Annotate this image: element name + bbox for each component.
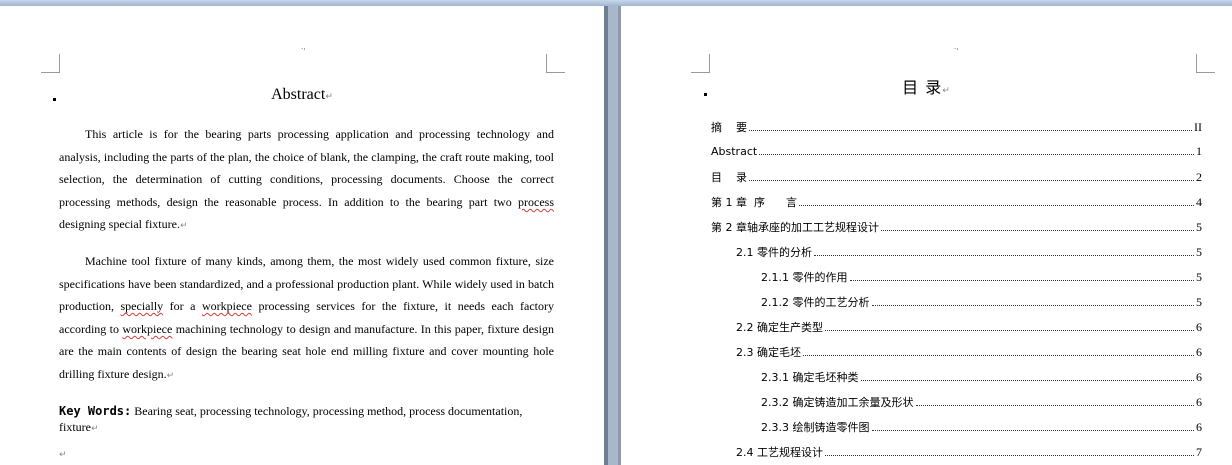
toc-entry-page: 6 xyxy=(1196,420,1202,434)
toc-entry-page: 5 xyxy=(1196,270,1202,284)
toc-dot-leader xyxy=(881,230,1194,231)
toc-entry-page: 2 xyxy=(1196,170,1202,184)
abstract-paragraph-1[interactable]: This article is for the bearing parts pr… xyxy=(59,123,554,238)
toc-entry-label: 2.2 确定生产类型 xyxy=(736,321,823,334)
toc-entry[interactable]: 2.3.3 绘制铸造零件图 6 xyxy=(761,419,1202,435)
crop-mark-top-right xyxy=(546,54,565,73)
toc-entry-label: 2.3.2 确定铸造加工余量及形状 xyxy=(761,396,914,409)
toc-entry[interactable]: 第 1 章 序 言 4 xyxy=(711,194,1202,210)
toc-entry-page: 7 xyxy=(1196,445,1202,459)
toc-entry-label: 2.3 确定毛坯 xyxy=(736,346,801,359)
toc-entry-label: 2.4 工艺规程设计 xyxy=(736,446,823,459)
toc-entry-page: 4 xyxy=(1196,195,1202,209)
toc-entry[interactable]: 目 录 2 xyxy=(711,169,1202,185)
toc-dot-leader xyxy=(749,180,1194,181)
toc-dot-leader xyxy=(798,205,1194,206)
toc-entry[interactable]: 第 2 章轴承座的加工工艺规程设计 5 xyxy=(711,219,1202,235)
toc-entry-label: 摘 要 xyxy=(711,121,747,134)
toc-entry-label: 2.1 零件的分析 xyxy=(736,246,812,259)
toc-entry-label: 第 2 章轴承座的加工工艺规程设计 xyxy=(711,221,879,234)
spelling-flag[interactable]: specially xyxy=(121,299,164,313)
toc-entry[interactable]: 2.2 确定生产类型 6 xyxy=(736,319,1202,335)
toc-dot-leader xyxy=(871,305,1194,306)
toc-entry-label: 第 1 章 序 言 xyxy=(711,196,797,209)
header-marker: ., xyxy=(301,43,306,51)
toc-entry-page: 6 xyxy=(1196,320,1202,334)
crop-mark-top-right xyxy=(1196,54,1215,73)
document-page-right[interactable]: ., 目 录↵ 摘 要 II Abstract 1 目 录 2 第 1 章 序 言 4 第 2 … xyxy=(621,6,1232,465)
toc-entry-page: 6 xyxy=(1196,370,1202,384)
toc-entry[interactable]: Abstract 1 xyxy=(711,144,1202,160)
toc-entry-label: 2.1.1 零件的作用 xyxy=(761,271,848,284)
toc-dot-leader xyxy=(915,405,1194,406)
page-gutter xyxy=(604,6,621,465)
toc-dot-leader xyxy=(814,255,1194,256)
toc-entry-page: 5 xyxy=(1196,220,1202,234)
toc-dot-leader xyxy=(825,330,1194,331)
document-page-left[interactable]: ., Abstract↵ This article is for the bea… xyxy=(0,6,604,465)
toc-entry-label: 2.3.1 确定毛坯种类 xyxy=(761,371,859,384)
toc-entry[interactable]: 2.1.1 零件的作用 5 xyxy=(761,269,1202,285)
toc-entry-label: 2.1.2 零件的工艺分析 xyxy=(761,296,870,309)
toc-title: 目 录↵ xyxy=(902,78,951,97)
crop-mark-top-left xyxy=(691,54,710,73)
toc-entry-page: 6 xyxy=(1196,395,1202,409)
toc-entry-label: 目 录 xyxy=(711,171,747,184)
toc-dot-leader xyxy=(825,455,1194,456)
toc-dot-leader xyxy=(871,430,1194,431)
toc-entry[interactable]: 2.3.1 确定毛坯种类 6 xyxy=(761,369,1202,385)
spelling-flag[interactable]: workpiece xyxy=(122,322,172,336)
toc-dot-leader xyxy=(803,355,1194,356)
toc-dot-leader xyxy=(860,380,1194,381)
spelling-flag[interactable]: workpiece xyxy=(202,299,252,313)
header-marker: ., xyxy=(954,43,959,51)
toc-entry[interactable]: 2.4 工艺规程设计 7 xyxy=(736,444,1202,460)
spelling-flag[interactable]: process xyxy=(518,195,554,209)
keywords-line[interactable]: Key Words: Bearing seat, processing tech… xyxy=(59,403,554,437)
toc-dot-leader xyxy=(759,154,1194,155)
keywords-label: Key Words: xyxy=(59,404,132,418)
abstract-paragraph-2[interactable]: Machine tool fixture of many kinds, amon… xyxy=(59,250,554,388)
toc-entry-page: 5 xyxy=(1196,245,1202,259)
toc-dot-leader xyxy=(749,130,1192,131)
toc-entry[interactable]: 2.3.2 确定铸造加工余量及形状 6 xyxy=(761,394,1202,410)
toc-entry-label: Abstract xyxy=(711,145,758,158)
toc-entry[interactable]: 2.1 零件的分析 5 xyxy=(736,244,1202,260)
toc-entry[interactable]: 2.3 确定毛坯 6 xyxy=(736,344,1202,360)
empty-paragraph-mark: ↵ xyxy=(59,450,67,460)
toc-entry[interactable]: 2.1.2 零件的工艺分析 5 xyxy=(761,294,1202,310)
toc-dot-leader xyxy=(849,280,1194,281)
toc-entry-page: II xyxy=(1194,120,1202,134)
toc-entry-page: 1 xyxy=(1196,144,1202,158)
abstract-title: Abstract↵ xyxy=(271,86,333,103)
toc-entry-label: 2.3.3 绘制铸造零件图 xyxy=(761,421,870,434)
crop-mark-top-left xyxy=(41,54,60,73)
toc-entry[interactable]: 摘 要 II xyxy=(711,119,1202,135)
toc-entry-page: 6 xyxy=(1196,345,1202,359)
toc-entry-page: 5 xyxy=(1196,295,1202,309)
